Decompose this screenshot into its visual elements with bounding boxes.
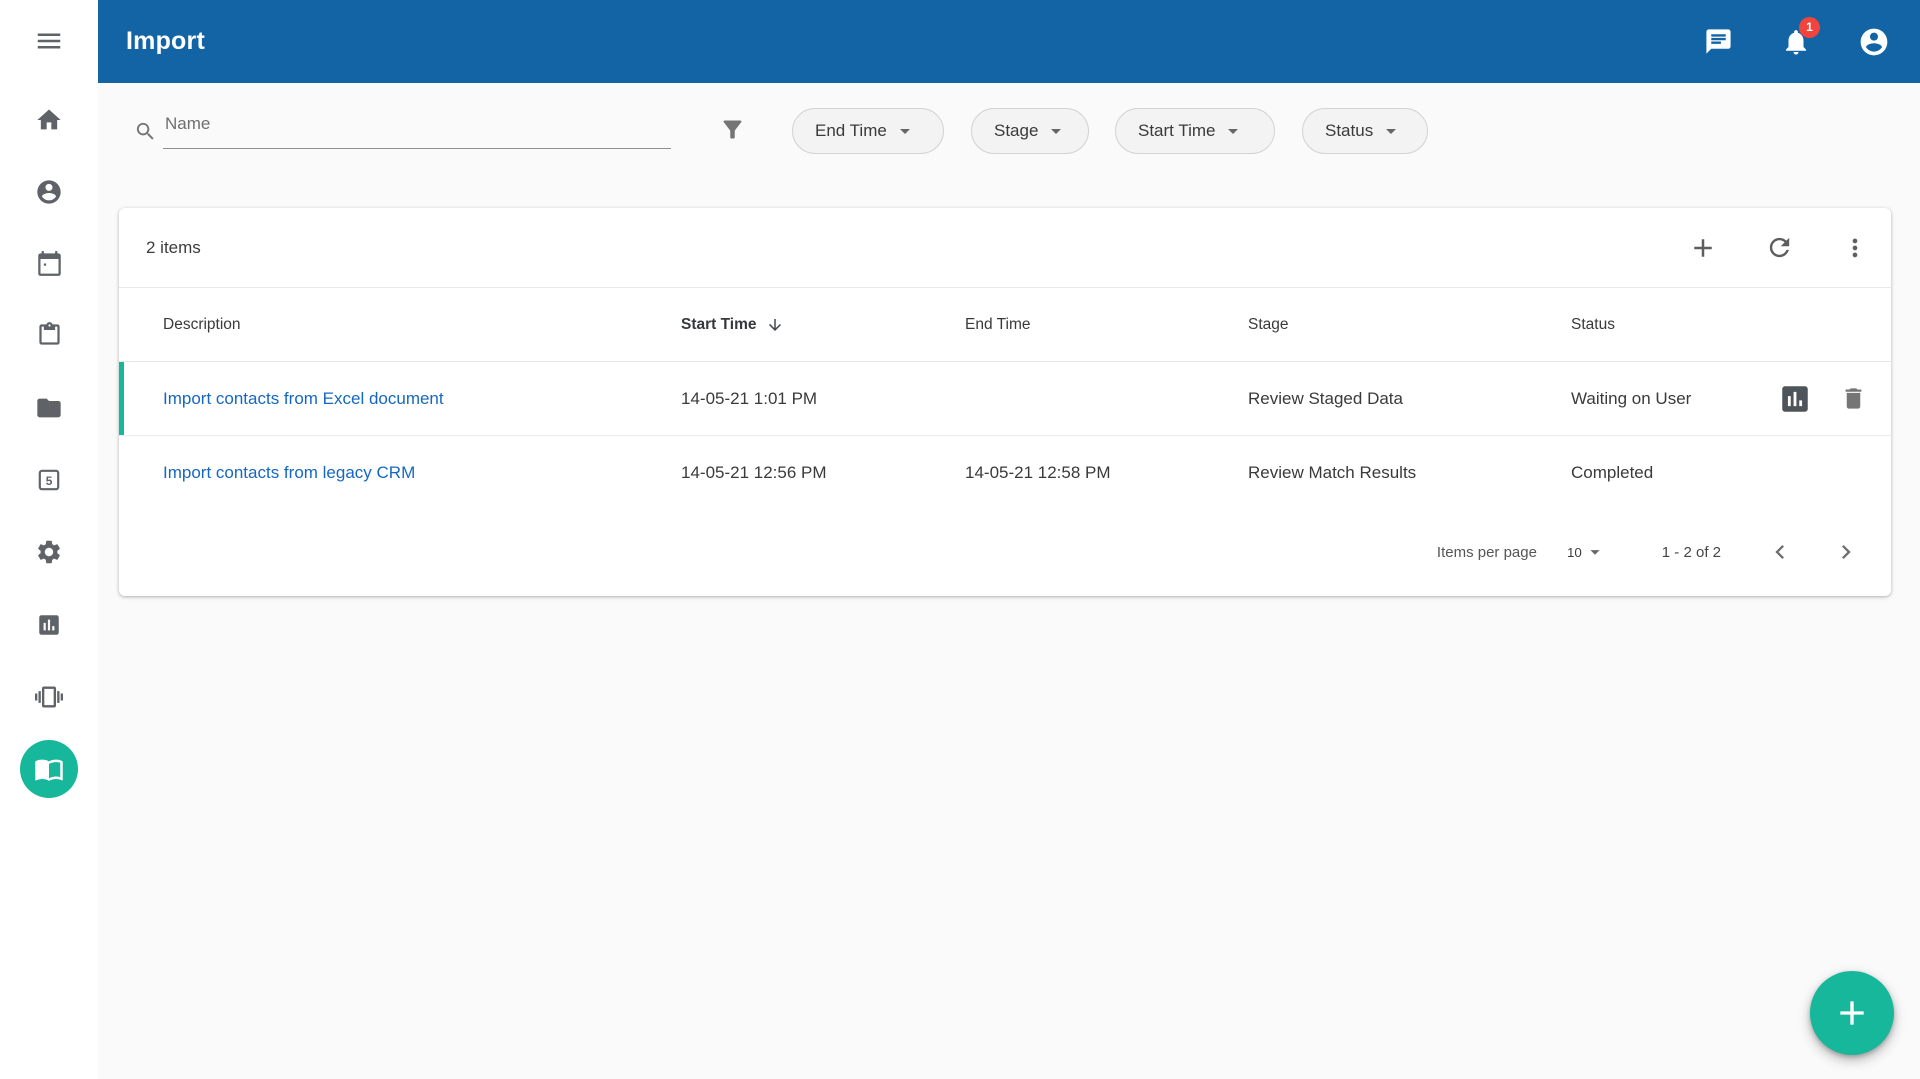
chevron-down-icon [1221,119,1245,143]
person-circle-icon [35,178,63,206]
refresh-button[interactable] [1764,233,1794,263]
folder-icon [35,394,63,422]
row-start-time: 14-05-21 1:01 PM [681,389,965,409]
hamburger-icon [34,26,64,56]
search-input[interactable] [163,105,671,149]
table-row: Import contacts from Excel document 14-0… [119,362,1891,436]
account-button[interactable] [1858,26,1890,58]
items-count: 2 items [146,238,201,258]
items-per-page-label: Items per page [1437,544,1537,561]
page-title: Import [126,27,205,56]
column-header-status[interactable]: Status [1571,316,1759,334]
row-accent-bar [119,362,124,435]
row-description-link[interactable]: Import contacts from legacy CRM [163,463,415,482]
five-square-icon: 5 [36,467,62,493]
sidebar: 5 [0,0,98,1079]
filter-chip-status[interactable]: Status [1302,108,1428,154]
sidebar-item-folders[interactable] [25,384,73,432]
import-table-card: 2 items Description Start Time [119,208,1891,596]
home-icon [35,106,63,134]
card-header-actions [1688,233,1870,263]
sidebar-item-calendar[interactable] [25,239,73,287]
clipboard-icon [36,321,63,348]
chip-label: End Time [815,121,887,141]
row-status: Waiting on User [1571,389,1759,409]
notifications-button[interactable]: 1 [1780,26,1812,58]
sidebar-item-account[interactable] [25,168,73,216]
page-size-select[interactable]: 10 [1567,541,1606,563]
chat-icon [1704,27,1733,56]
row-status: Completed [1571,463,1759,483]
chevron-down-icon [1584,541,1606,563]
appbar: Import 1 [98,0,1920,83]
card-header: 2 items [119,208,1891,288]
funnel-icon [719,116,746,143]
kebab-icon [1841,234,1869,262]
calendar-icon [36,250,63,277]
paginator: Items per page 10 1 - 2 of 2 [119,510,1891,594]
chevron-left-icon [1766,538,1794,566]
column-header-description[interactable]: Description [163,316,681,334]
filter-button[interactable] [719,116,746,143]
row-end-time: 14-05-21 12:58 PM [965,463,1248,483]
next-page-button[interactable] [1831,537,1861,567]
filter-chip-start-time[interactable]: Start Time [1115,108,1275,154]
page-size-value: 10 [1567,545,1582,560]
sidebar-item-devices[interactable] [25,673,73,721]
chip-label: Start Time [1138,121,1215,141]
chat-button[interactable] [1702,26,1734,58]
filter-chip-stage[interactable]: Stage [971,108,1089,154]
plus-icon [1832,993,1872,1033]
notification-badge: 1 [1799,17,1820,38]
avatar-icon [1858,26,1890,58]
row-actions [1759,382,1891,416]
row-delete-button[interactable] [1840,385,1867,412]
search-icon [134,120,157,143]
previous-page-button[interactable] [1765,537,1795,567]
filter-chip-end-time[interactable]: End Time [792,108,944,154]
sidebar-item-home[interactable] [25,96,73,144]
chevron-down-icon [1044,119,1068,143]
plus-icon [1688,233,1718,263]
row-start-time: 14-05-21 12:56 PM [681,463,965,483]
refresh-icon [1765,233,1794,262]
column-header-label: Start Time [681,316,757,334]
row-description-link[interactable]: Import contacts from Excel document [163,389,444,408]
column-header-stage[interactable]: Stage [1248,316,1571,334]
open-book-icon [34,754,64,784]
menu-button[interactable] [25,17,73,65]
bar-chart-square-icon [36,612,62,638]
row-stage: Review Match Results [1248,463,1571,483]
appbar-actions: 1 [1702,26,1890,58]
chevron-down-icon [893,119,917,143]
sidebar-item-analytics[interactable] [25,601,73,649]
vibration-icon [35,683,63,711]
sidebar-item-sales[interactable]: 5 [25,456,73,504]
sort-arrow-down-icon [766,316,784,334]
trash-icon [1840,385,1867,412]
chip-label: Stage [994,121,1038,141]
chevron-down-icon [1379,119,1403,143]
row-report-button[interactable] [1778,382,1812,416]
fab-add-button[interactable] [1810,971,1894,1055]
sidebar-item-settings[interactable] [25,528,73,576]
svg-text:5: 5 [46,474,53,488]
sidebar-item-import[interactable] [20,740,78,798]
row-stage: Review Staged Data [1248,389,1571,409]
table-header-row: Description Start Time End Time Stage St… [119,288,1891,362]
page-range-label: 1 - 2 of 2 [1662,544,1721,561]
bar-chart-square-icon [1778,382,1812,416]
gear-icon [35,538,63,566]
add-button[interactable] [1688,233,1718,263]
paginator-nav [1765,537,1861,567]
more-options-button[interactable] [1840,233,1870,263]
sidebar-item-tasks[interactable] [25,310,73,358]
column-header-start-time[interactable]: Start Time [681,316,965,334]
chevron-right-icon [1832,538,1860,566]
table-row: Import contacts from legacy CRM 14-05-21… [119,436,1891,510]
chip-label: Status [1325,121,1373,141]
column-header-end-time[interactable]: End Time [965,316,1248,334]
